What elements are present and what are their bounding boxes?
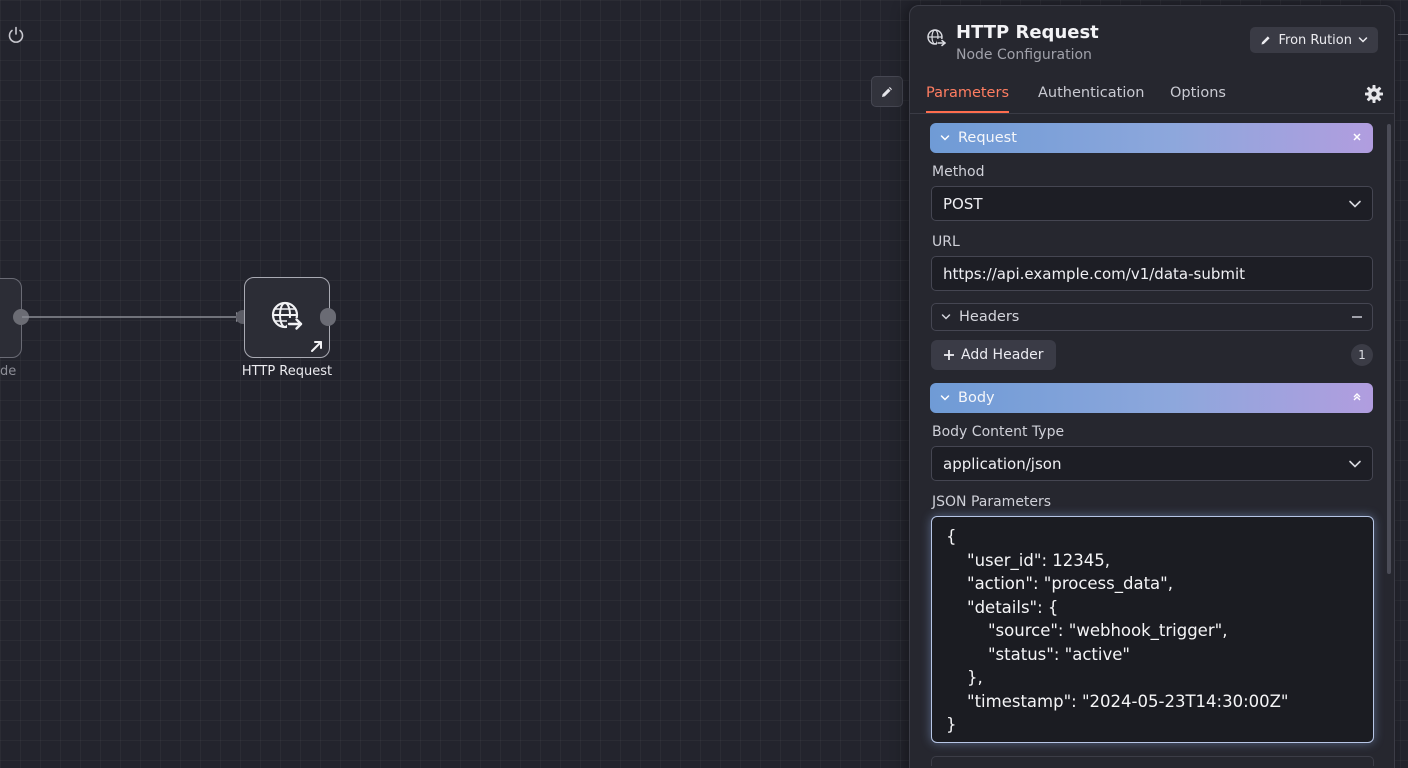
headers-section-header[interactable]: Headers <box>931 303 1373 331</box>
chevron-down-icon <box>1349 200 1361 208</box>
body-section-header[interactable]: Body <box>930 383 1373 413</box>
url-label: URL <box>932 234 960 250</box>
globe-arrow-icon <box>927 29 946 47</box>
plus-icon <box>944 350 954 360</box>
headers-section-title: Headers <box>959 309 1020 325</box>
panel-header: HTTP Request Node Configuration Fron Rut… <box>910 6 1394 76</box>
tab-options[interactable]: Options <box>1170 85 1226 111</box>
mode-dropdown-button[interactable]: Fron Rution <box>1250 27 1378 53</box>
add-header-label: Add Header <box>961 347 1044 363</box>
chevron-down-icon <box>941 314 951 320</box>
json-parameters-label: JSON Parameters <box>932 494 1052 510</box>
gear-icon[interactable] <box>1364 84 1384 104</box>
chevron-down-icon <box>940 135 950 141</box>
tab-authentication[interactable]: Authentication <box>1038 85 1144 111</box>
request-section-title: Request <box>958 130 1017 146</box>
tab-parameters[interactable]: Parameters <box>926 85 1009 113</box>
globe-arrow-icon <box>271 301 303 330</box>
panel-title: HTTP Request <box>956 22 1099 43</box>
close-icon[interactable] <box>1351 131 1363 143</box>
pencil-icon <box>1261 36 1271 45</box>
panel-scrollbar[interactable] <box>1387 124 1391 574</box>
pencil-icon <box>882 86 892 97</box>
body-section-title: Body <box>958 390 995 406</box>
panel-subtitle: Node Configuration <box>956 47 1092 63</box>
method-select[interactable]: POST <box>931 186 1373 221</box>
url-value: https://api.example.com/v1/data-submit <box>943 264 1246 283</box>
body-content-type-value: application/json <box>943 454 1062 473</box>
body-content-type-select[interactable]: application/json <box>931 446 1373 481</box>
connection-edge[interactable] <box>22 302 252 332</box>
method-label: Method <box>932 164 985 180</box>
http-request-node[interactable] <box>244 277 330 358</box>
chevron-down-icon <box>1349 460 1361 468</box>
url-input[interactable]: https://api.example.com/v1/data-submit <box>931 256 1373 291</box>
chevron-down-icon <box>1358 37 1368 43</box>
edit-button[interactable] <box>871 76 903 107</box>
add-header-button[interactable]: Add Header <box>931 340 1056 370</box>
power-icon[interactable] <box>6 25 26 45</box>
collapse-up-icon[interactable] <box>1351 391 1363 403</box>
node-config-panel: HTTP Request Node Configuration Fron Rut… <box>909 5 1395 768</box>
method-value: POST <box>943 194 983 213</box>
http-node-output-handle[interactable] <box>320 308 336 326</box>
headers-count-badge: 1 <box>1351 344 1373 366</box>
chevron-down-icon <box>940 395 950 401</box>
request-section-header[interactable]: Request <box>930 123 1373 153</box>
open-arrow-icon[interactable] <box>310 339 324 353</box>
divider <box>1398 34 1408 35</box>
collapse-icon[interactable] <box>1352 316 1362 318</box>
mode-label: Fron Rution <box>1278 32 1352 48</box>
http-node-label: HTTP Request <box>241 364 333 379</box>
next-section-edge <box>931 756 1374 766</box>
previous-node-label: de <box>0 364 17 379</box>
panel-tabs: Parameters Authentication Options <box>910 82 1394 114</box>
json-parameters-editor[interactable]: { "user_id": 12345, "action": "process_d… <box>931 516 1374 743</box>
body-content-type-label: Body Content Type <box>932 424 1065 440</box>
